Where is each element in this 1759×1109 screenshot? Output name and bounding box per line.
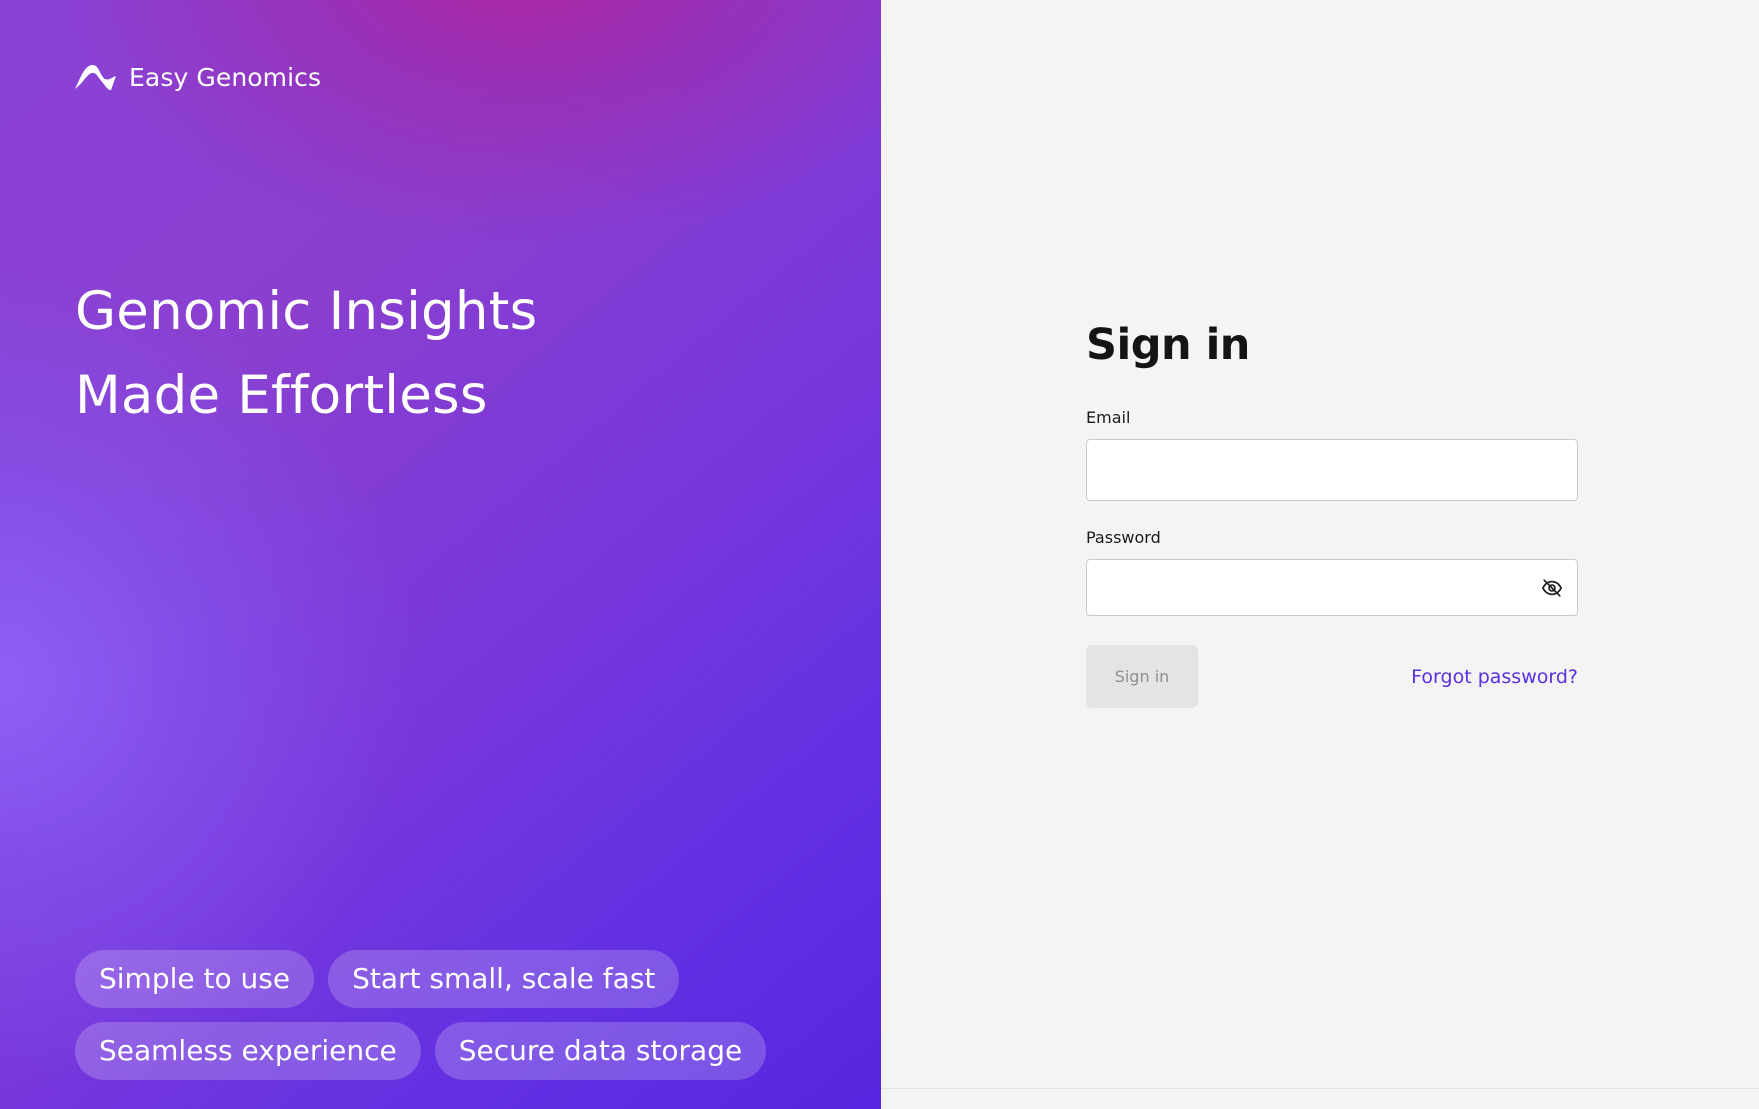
feature-pill-seamless: Seamless experience <box>75 1022 421 1080</box>
signin-form: Sign in Email Password Sign in Forgot pa… <box>1086 318 1578 708</box>
password-field[interactable] <box>1087 560 1577 615</box>
hero-headline: Genomic Insights Made Effortless <box>75 270 537 438</box>
sign-in-page: Easy Genomics Genomic Insights Made Effo… <box>0 0 1759 1109</box>
hero-headline-line-2: Made Effortless <box>75 365 488 426</box>
feature-pill-scale: Start small, scale fast <box>328 950 680 1008</box>
sign-in-button[interactable]: Sign in <box>1086 645 1198 708</box>
email-field[interactable] <box>1087 440 1577 500</box>
hero-headline-line-1: Genomic Insights <box>75 281 538 342</box>
email-field-wrapper <box>1086 439 1578 501</box>
feature-pill-row: Simple to use Start small, scale fast <box>75 950 795 1008</box>
wave-logo-icon <box>75 64 116 91</box>
footer-divider <box>881 1088 1759 1089</box>
hero-panel: Easy Genomics Genomic Insights Made Effo… <box>0 0 881 1109</box>
password-field-wrapper <box>1086 559 1578 616</box>
feature-pills: Simple to use Start small, scale fast Se… <box>75 950 795 1094</box>
form-actions: Sign in Forgot password? <box>1086 645 1578 708</box>
eye-off-icon[interactable] <box>1539 575 1565 601</box>
feature-pill-row: Seamless experience Secure data storage <box>75 1022 795 1080</box>
brand-name: Easy Genomics <box>129 62 322 92</box>
password-label: Password <box>1086 528 1161 547</box>
forgot-password-link[interactable]: Forgot password? <box>1411 666 1578 688</box>
feature-pill-simple: Simple to use <box>75 950 315 1008</box>
signin-panel: Sign in Email Password Sign in Forgot pa… <box>881 0 1759 1109</box>
brand-logo: Easy Genomics <box>75 62 321 92</box>
email-label: Email <box>1086 408 1131 427</box>
signin-title: Sign in <box>1086 320 1250 370</box>
feature-pill-secure: Secure data storage <box>434 1022 767 1080</box>
